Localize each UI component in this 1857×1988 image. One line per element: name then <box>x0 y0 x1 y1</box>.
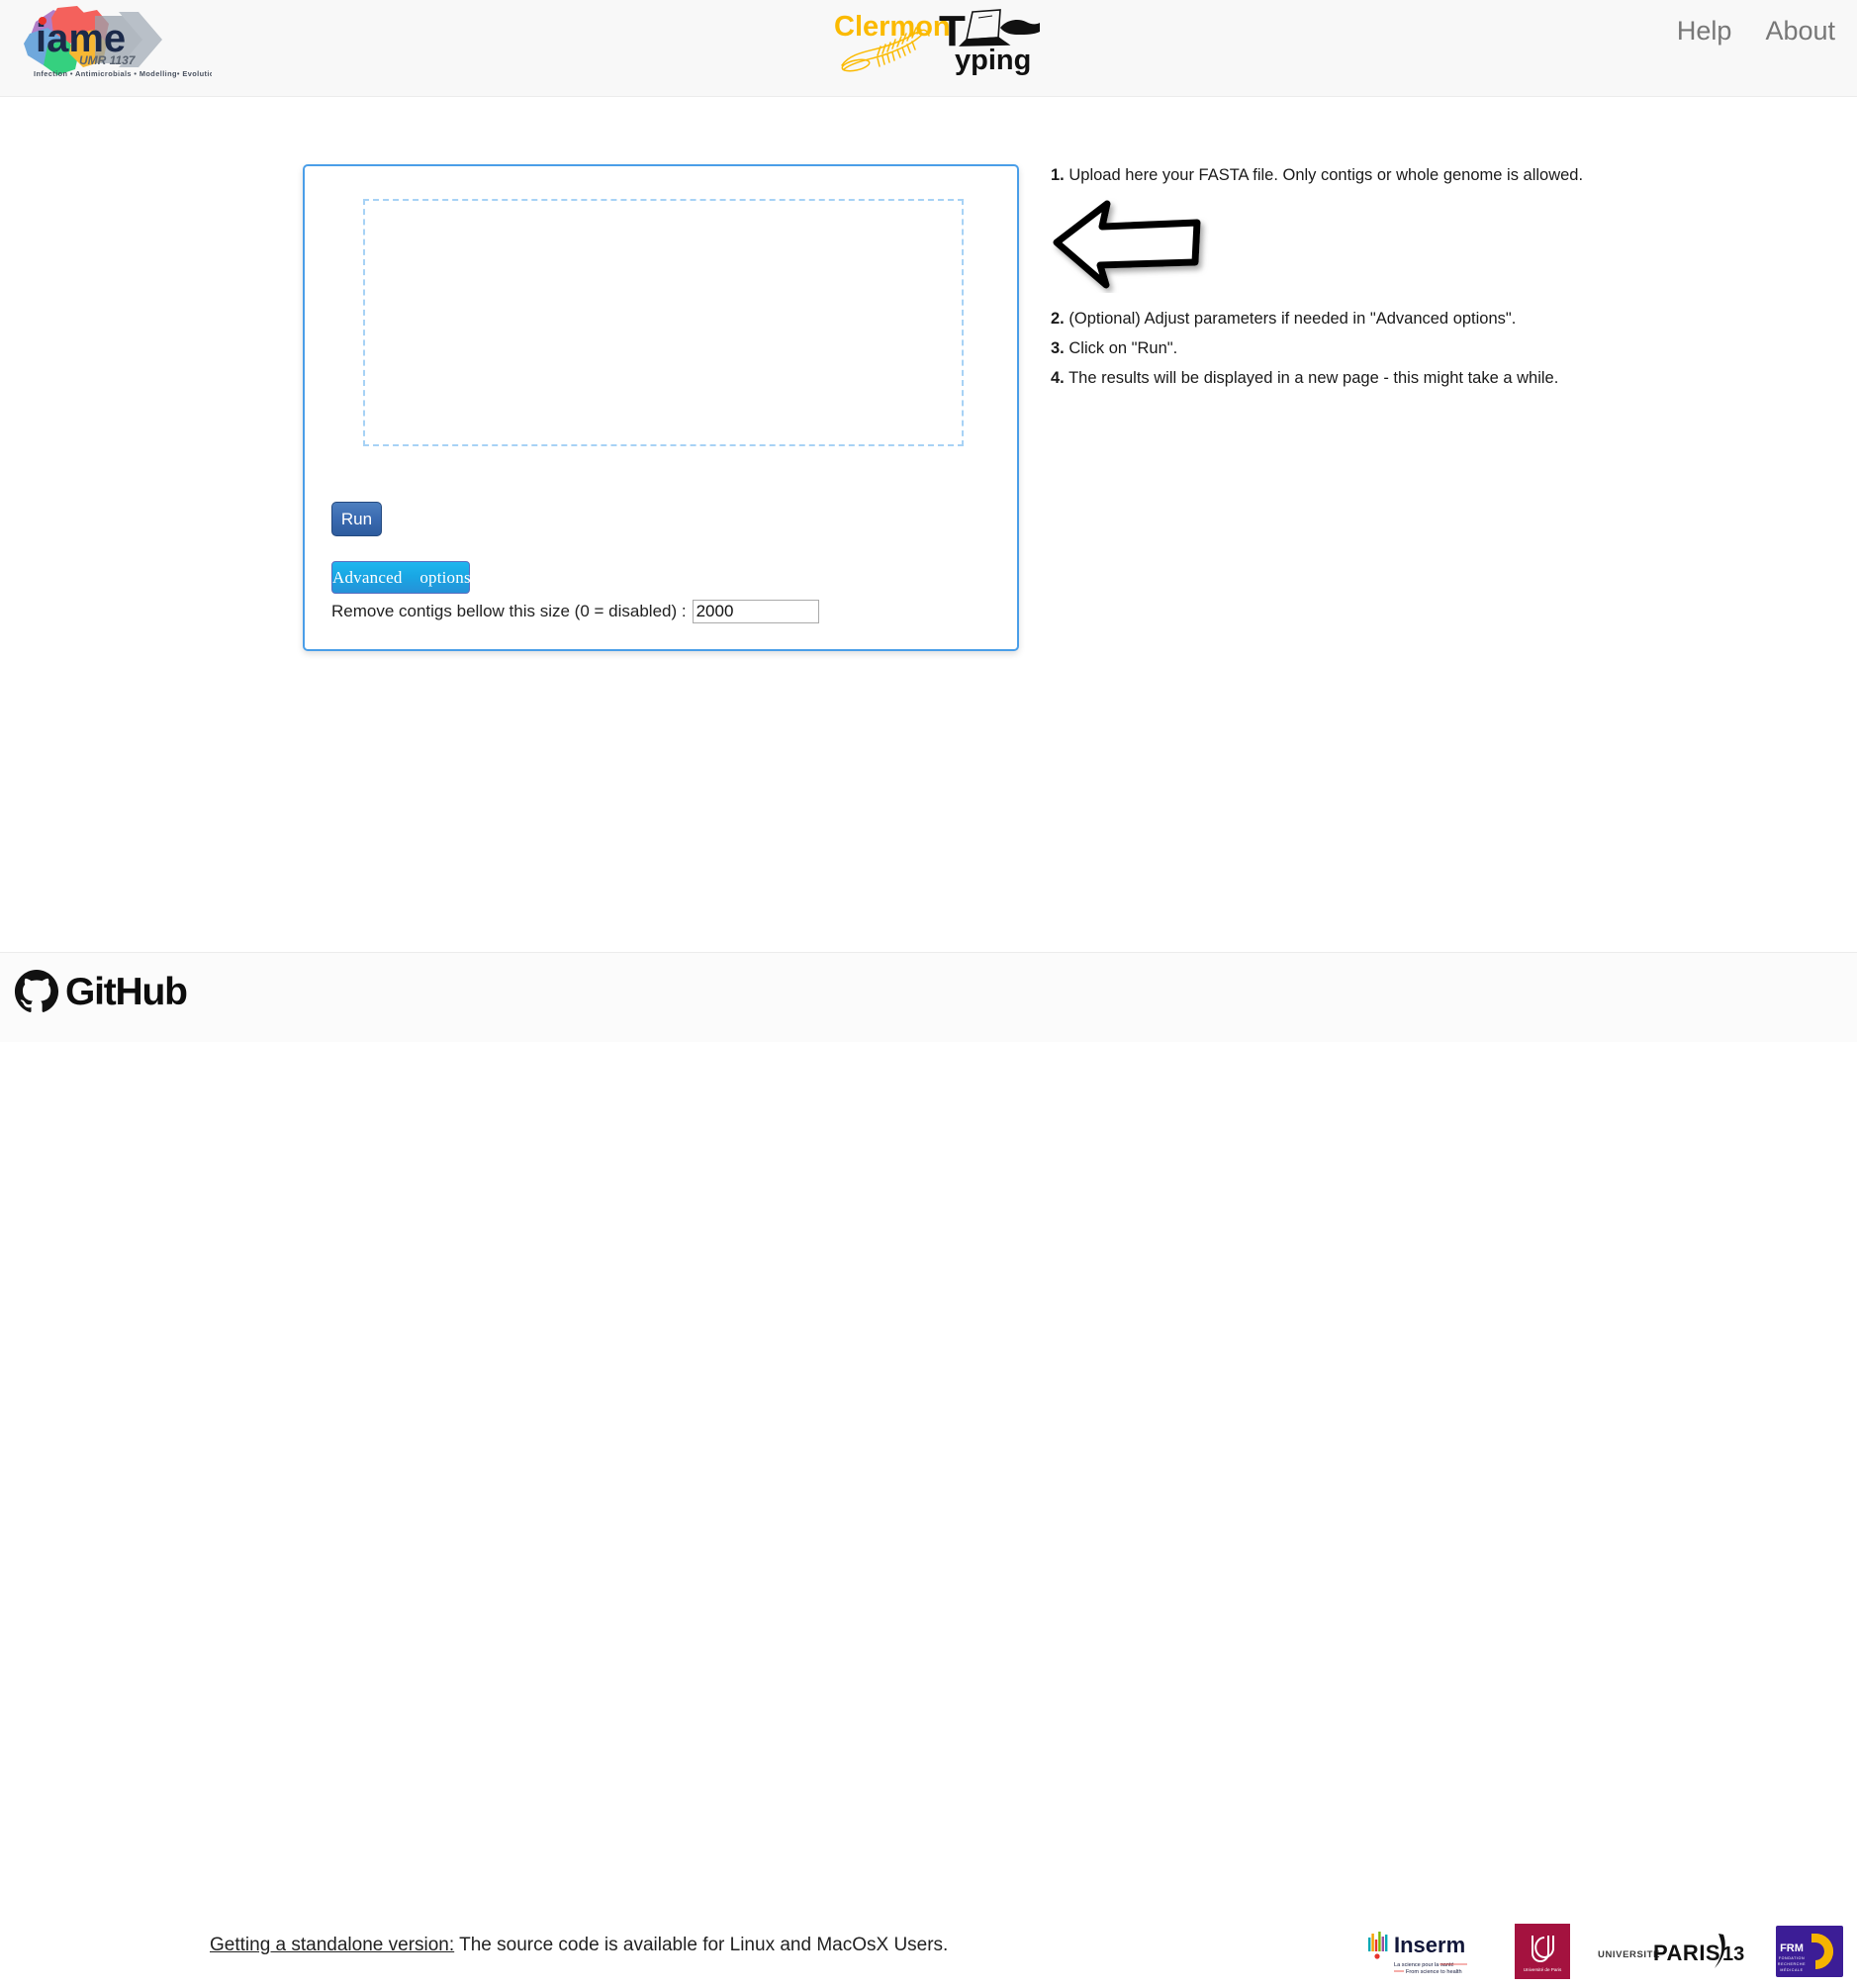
github-wordmark: GitHub <box>65 970 188 1013</box>
svg-text:Inserm: Inserm <box>1394 1933 1465 1957</box>
svg-text:Clermon: Clermon <box>834 11 951 43</box>
instruction-number-3: 3. <box>1051 339 1065 357</box>
svg-text:yping: yping <box>955 45 1031 76</box>
nav-link-help[interactable]: Help <box>1677 17 1732 45</box>
standalone-version-note: Getting a standalone version: The source… <box>210 1935 948 1956</box>
instruction-number-2: 2. <box>1051 310 1065 328</box>
frm-logo[interactable]: FRM FONDATION RECHERCHE MÉDICALE <box>1776 1924 1843 1979</box>
contig-size-input[interactable] <box>692 600 819 623</box>
site-footer: GitHub Getting a standalone version: The… <box>0 952 1857 1979</box>
instruction-text-1: Upload here your FASTA file. Only contig… <box>1068 166 1584 184</box>
svg-text:FONDATION: FONDATION <box>1779 1956 1805 1960</box>
standalone-version-description: The source code is available for Linux a… <box>454 1935 949 1955</box>
contig-filter-row: Remove contigs bellow this size (0 = dis… <box>331 600 819 623</box>
nav-link-about[interactable]: About <box>1765 17 1835 45</box>
left-arrow-icon-graphic <box>1053 200 1201 289</box>
run-button[interactable]: Run <box>331 502 382 536</box>
left-arrow-icon <box>1051 194 1209 293</box>
instruction-item-3: 3. Click on "Run". <box>1051 337 1177 359</box>
svg-text:UNIVERSITÉ: UNIVERSITÉ <box>1598 1949 1660 1960</box>
instruction-item-4: 4. The results will be displayed in a ne… <box>1051 367 1558 389</box>
instruction-text-3: Click on "Run". <box>1068 339 1178 357</box>
svg-text:Université de Paris: Université de Paris <box>1524 1967 1562 1972</box>
github-link[interactable]: GitHub <box>14 967 188 1016</box>
frm-logo-graphic: FRM FONDATION RECHERCHE MÉDICALE <box>1776 1926 1843 1977</box>
inserm-logo[interactable]: Inserm La science pour la santé From sci… <box>1366 1924 1475 1979</box>
github-icon <box>14 969 59 1012</box>
instruction-number-1: 1. <box>1051 166 1065 184</box>
partner-logos: Inserm La science pour la santé From sci… <box>1366 1915 1857 1988</box>
svg-text:La science pour la santé: La science pour la santé <box>1394 1962 1454 1968</box>
clermontyping-logo-graphic: Clermon T yping <box>834 7 1040 76</box>
svg-text:UMR 1137: UMR 1137 <box>79 53 137 67</box>
upload-panel: Run Advanced options Remove contigs bell… <box>303 164 1019 651</box>
svg-text:13: 13 <box>1722 1943 1744 1965</box>
instruction-item-2: 2. (Optional) Adjust parameters if neede… <box>1051 308 1516 330</box>
svg-text:From science to health: From science to health <box>1406 1969 1462 1975</box>
instruction-text-4: The results will be displayed in a new p… <box>1068 369 1559 387</box>
universite-de-paris-logo[interactable]: Université de Paris <box>1515 1924 1570 1979</box>
contig-filter-label: Remove contigs bellow this size (0 = dis… <box>331 602 687 620</box>
universite-paris-13-logo[interactable]: UNIVERSITÉ PARIS 13 <box>1598 1932 1746 1971</box>
clermontyping-logo[interactable]: Clermon T yping <box>834 4 1071 79</box>
instruction-item-1: 1. Upload here your FASTA file. Only con… <box>1051 164 1583 186</box>
svg-text:MÉDICALE: MÉDICALE <box>1780 1967 1803 1972</box>
iame-logo[interactable]: iame UMR 1137 Infection • Antimicrobials… <box>14 4 219 79</box>
file-dropzone[interactable] <box>363 199 964 446</box>
advanced-options-button[interactable]: Advanced options <box>331 561 471 594</box>
main-content: Run Advanced options Remove contigs bell… <box>0 97 1857 952</box>
inserm-logo-graphic: Inserm La science pour la santé From sci… <box>1368 1932 1467 1975</box>
iame-logo-graphic: iame UMR 1137 Infection • Antimicrobials… <box>24 6 219 78</box>
svg-text:Infection • Antimicrobials • M: Infection • Antimicrobials • Modelling• … <box>34 69 212 78</box>
site-header: iame UMR 1137 Infection • Antimicrobials… <box>0 0 1857 97</box>
header-nav: Help About <box>1677 6 1835 55</box>
instruction-number-4: 4. <box>1051 369 1065 387</box>
universite-paris-13-logo-graphic: UNIVERSITÉ PARIS 13 <box>1598 1934 1744 1968</box>
svg-text:PARIS: PARIS <box>1653 1941 1720 1965</box>
universite-de-paris-logo-graphic: Université de Paris <box>1515 1924 1570 1979</box>
svg-text:RECHERCHE: RECHERCHE <box>1778 1962 1806 1966</box>
instruction-text-2: (Optional) Adjust parameters if needed i… <box>1068 310 1517 328</box>
standalone-version-link[interactable]: Getting a standalone version: <box>210 1935 454 1955</box>
svg-text:FRM: FRM <box>1780 1942 1804 1954</box>
